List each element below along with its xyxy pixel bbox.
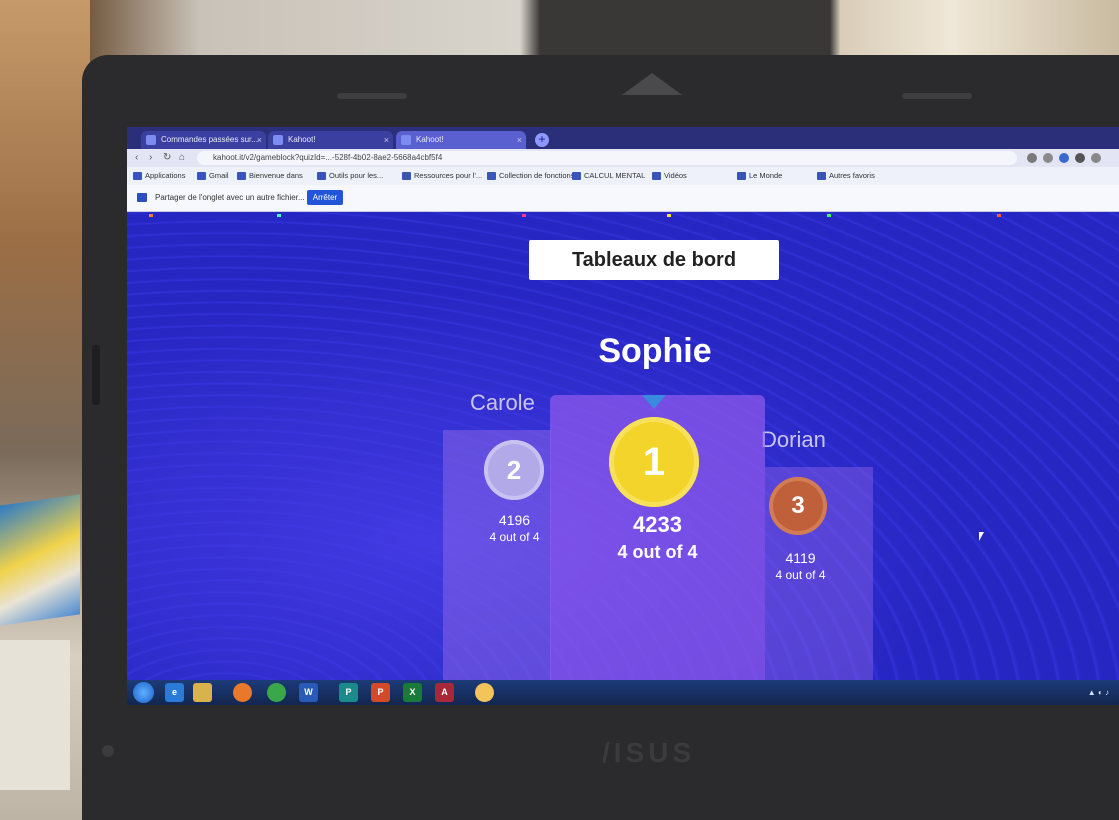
- extension-icon[interactable]: [1075, 153, 1085, 163]
- stop-sharing-button[interactable]: Arrêter: [307, 190, 343, 205]
- home-icon[interactable]: ⌂: [179, 152, 185, 164]
- access-icon[interactable]: A: [435, 683, 454, 702]
- second-place-score: 4196: [498, 512, 531, 528]
- winner-name: Sophie: [598, 332, 712, 370]
- bookmark-item[interactable]: Applications: [133, 170, 185, 182]
- reload-icon[interactable]: ↻: [163, 152, 171, 164]
- windows-taskbar: e W P P X A ▲ ◐ ♪: [127, 680, 1119, 705]
- first-place-correct: 4 out of 4: [617, 542, 698, 562]
- word-icon[interactable]: W: [299, 683, 318, 702]
- mouse-cursor-icon: [979, 532, 984, 541]
- confetti: [149, 214, 153, 217]
- second-place-name: Carole: [470, 390, 535, 415]
- system-tray[interactable]: ▲ ◐ ♪: [1088, 688, 1109, 697]
- close-icon[interactable]: ×: [257, 131, 262, 149]
- bookmark-item[interactable]: Vidéos: [652, 170, 687, 182]
- confetti: [667, 214, 671, 217]
- laptop-brand-logo: /ISUS: [602, 737, 696, 768]
- window-controls[interactable]: [1059, 127, 1119, 149]
- browser-tab-bar: Commandes passées sur... × Kahoot! × Kah…: [127, 127, 1119, 149]
- bookmark-item[interactable]: Collection de fonctions: [487, 170, 574, 182]
- address-row: ‹ › ↻ ⌂ kahoot.it/v2/gameblock?quizId=..…: [127, 149, 1119, 167]
- podium-page: Tableaux de bord Sophie Carole Dorian 1 …: [127, 212, 1119, 682]
- bookmark-item[interactable]: Outils pour les...: [317, 170, 383, 182]
- back-icon[interactable]: ‹: [135, 152, 138, 164]
- bookmark-item[interactable]: Gmail: [197, 170, 229, 182]
- gold-medal-icon: 1: [609, 417, 699, 507]
- bookmarks-bar: Applications Gmail Bienvenue dans Outils…: [127, 167, 1119, 185]
- windows-start-icon[interactable]: [133, 682, 154, 703]
- webcam: [622, 73, 684, 97]
- book-spine: [0, 640, 70, 790]
- browser-tab-active[interactable]: Kahoot! ×: [396, 131, 526, 149]
- new-tab-button[interactable]: +: [535, 133, 549, 147]
- bookmark-item[interactable]: Ressources pour l'...: [402, 170, 482, 182]
- confetti: [827, 214, 831, 217]
- third-place-correct: 4 out of 4: [775, 568, 826, 582]
- translate-icon[interactable]: [1027, 153, 1037, 163]
- power-led: [102, 745, 114, 757]
- screen-share-icon: [137, 193, 147, 202]
- bezel-slot-left: [337, 93, 407, 99]
- book-cover: [0, 494, 80, 626]
- bookmark-item[interactable]: Autres favoris: [817, 170, 875, 182]
- excel-icon[interactable]: X: [403, 683, 422, 702]
- bronze-medal-icon: 3: [769, 477, 827, 535]
- tab-favicon-icon: [146, 135, 156, 145]
- medal-ribbon-icon: [642, 395, 666, 409]
- star-icon[interactable]: [1043, 153, 1053, 163]
- chrome-icon[interactable]: [267, 683, 286, 702]
- confetti: [277, 214, 281, 217]
- scoreboard-button[interactable]: Tableaux de bord: [529, 240, 779, 280]
- close-icon[interactable]: ×: [384, 131, 389, 149]
- third-place-name: Dorian: [761, 427, 826, 452]
- extension-icon[interactable]: [1059, 153, 1069, 163]
- sharing-infobar: Partager de l'onglet avec un autre fichi…: [127, 185, 1119, 212]
- paint-icon[interactable]: [475, 683, 494, 702]
- menu-icon[interactable]: [1091, 153, 1101, 163]
- bookmark-item[interactable]: Bienvenue dans: [237, 170, 303, 182]
- second-place-correct: 4 out of 4: [489, 530, 540, 544]
- url-input[interactable]: kahoot.it/v2/gameblock?quizId=...-528f-4…: [197, 151, 1017, 165]
- confetti: [522, 214, 526, 217]
- third-place-score: 4119: [785, 550, 816, 566]
- confetti: [997, 214, 1001, 217]
- tab-label: Commandes passées sur...: [161, 135, 258, 144]
- first-place-score: 4233: [633, 512, 682, 537]
- explorer-icon[interactable]: [193, 683, 212, 702]
- tab-favicon-icon: [273, 135, 283, 145]
- browser-tab[interactable]: Commandes passées sur... ×: [141, 131, 266, 149]
- tab-label: Kahoot!: [288, 135, 316, 144]
- firefox-icon[interactable]: [233, 683, 252, 702]
- ie-icon[interactable]: e: [165, 683, 184, 702]
- tab-favicon-icon: [401, 135, 411, 145]
- browser-tab[interactable]: Kahoot! ×: [268, 131, 393, 149]
- bookmark-item[interactable]: Le Monde: [737, 170, 782, 182]
- bookmark-item[interactable]: CALCUL MENTAL: [572, 170, 645, 182]
- close-icon[interactable]: ×: [517, 131, 522, 149]
- forward-icon[interactable]: ›: [149, 152, 152, 164]
- bezel-hinge: [92, 345, 100, 405]
- bezel-slot-right: [902, 93, 972, 99]
- laptop-screen: Commandes passées sur... × Kahoot! × Kah…: [127, 127, 1119, 705]
- tab-label: Kahoot!: [416, 135, 444, 144]
- infobar-text: Partager de l'onglet avec un autre fichi…: [155, 193, 305, 202]
- powerpoint-icon[interactable]: P: [371, 683, 390, 702]
- silver-medal-icon: 2: [484, 440, 544, 500]
- publisher-icon[interactable]: P: [339, 683, 358, 702]
